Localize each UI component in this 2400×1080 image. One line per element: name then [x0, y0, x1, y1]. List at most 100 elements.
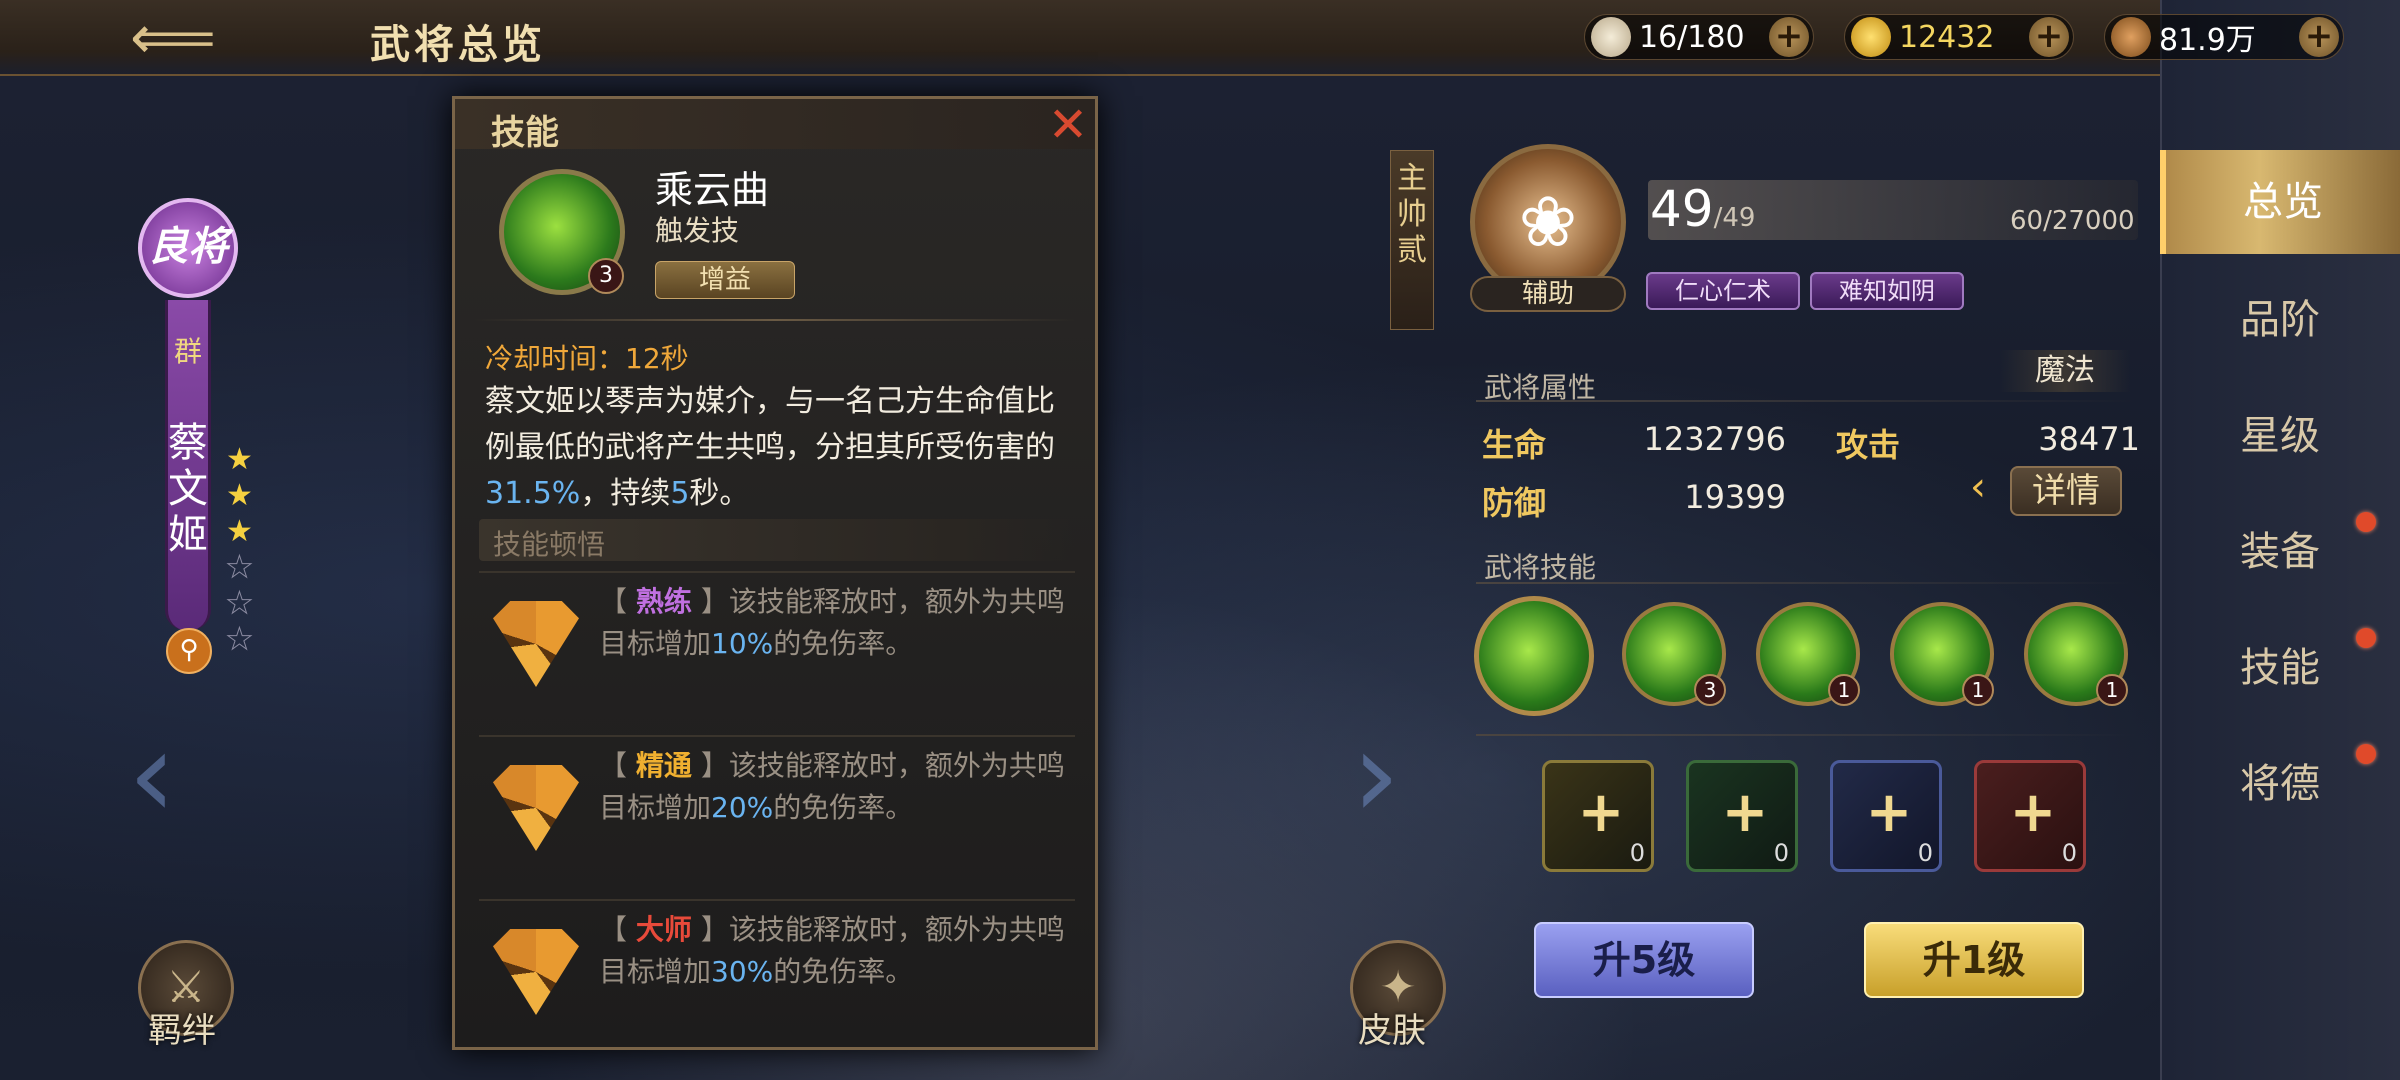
tier-desc: 的免伤率。	[773, 627, 914, 660]
exp-value: 60/27000	[2010, 206, 2135, 236]
add-coin-button[interactable]: +	[2299, 17, 2339, 57]
rank-badge: 良将	[138, 198, 238, 298]
faction-label: 群	[173, 335, 202, 368]
divider	[1476, 400, 2136, 402]
add-icon: +	[1721, 780, 1769, 845]
background	[0, 0, 2400, 1080]
desc-text: ，持续	[580, 476, 671, 511]
next-hero-arrow-icon[interactable]: ›	[1352, 716, 1400, 836]
damage-type-tag: 魔法	[2000, 350, 2130, 392]
insight-section-header: 技能顿悟	[479, 519, 1075, 561]
top-bar	[0, 0, 2160, 76]
book-count: 0	[2061, 839, 2077, 867]
level-up-5-button[interactable]: 升5级	[1534, 922, 1754, 998]
desc-text: 秒。	[689, 476, 750, 511]
atk-value: 38471	[2038, 420, 2140, 458]
hp-value: 1232796	[1643, 420, 1786, 458]
resource-stamina: 16/180 +	[1584, 14, 1814, 60]
notification-dot	[2356, 512, 2376, 532]
details-button[interactable]: 详情	[2010, 466, 2122, 516]
coin-value: 81.9万	[2159, 23, 2256, 58]
notification-dot	[2356, 744, 2376, 764]
skill-level-badge: 1	[1828, 674, 1860, 706]
trait-badge[interactable]: 难知如阴	[1810, 272, 1964, 310]
insight-tier: 【 熟练 】该技能释放时，额外为共鸣目标增加10%的免伤率。	[479, 571, 1075, 721]
book-count: 0	[1917, 839, 1933, 867]
back-arrow-icon[interactable]: ⟸	[130, 8, 216, 68]
tier-name: 精通	[635, 749, 692, 782]
insight-text: 【 大师 】该技能释放时，额外为共鸣目标增加30%的免伤率。	[599, 913, 1065, 988]
chevron-left-icon: ‹	[1970, 464, 1986, 510]
skill-slot-4[interactable]: 1	[1890, 602, 1994, 706]
desc-percent: 31.5%	[485, 476, 581, 511]
skill-slot-1[interactable]	[1474, 596, 1594, 716]
divider	[475, 319, 1075, 321]
insight-tier: 【 大师 】该技能释放时，额外为共鸣目标增加30%的免伤率。	[479, 899, 1075, 1049]
atk-label: 攻击	[1836, 426, 1901, 464]
divider	[1476, 734, 2136, 736]
add-icon: +	[1865, 780, 1913, 845]
skill-level-badge: 1	[2096, 674, 2128, 706]
desc-seconds: 5	[670, 476, 690, 511]
commander-label: 主帅贰	[1390, 150, 1434, 330]
close-icon[interactable]: ✕	[1045, 101, 1091, 149]
skill-icon: 3	[499, 169, 625, 295]
hero-name: 蔡文姬	[168, 420, 208, 558]
hp-label: 生命	[1482, 426, 1547, 464]
bond-button-label[interactable]: 羁绊	[148, 1003, 216, 1052]
tier-desc: 的免伤率。	[773, 791, 914, 824]
star-empty-icon: ★	[226, 550, 254, 586]
insight-emblem-icon	[493, 929, 579, 1015]
menu-overview[interactable]: 总览	[2160, 150, 2400, 254]
def-value: 19399	[1684, 478, 1786, 516]
tier-percent: 10%	[711, 627, 774, 660]
book-count: 0	[1629, 839, 1645, 867]
copper-coin-icon	[2111, 17, 2151, 57]
star-empty-icon: ★	[226, 586, 254, 622]
skill-popup: 技能 ✕ 3 乘云曲 触发技 增益 冷却时间：12秒 蔡文姬以琴声为媒介，与一名…	[452, 96, 1098, 1050]
level-up-1-button[interactable]: 升1级	[1864, 922, 2084, 998]
add-icon: +	[2009, 780, 2057, 845]
page-title: 武将总览	[370, 22, 546, 68]
skin-button-label[interactable]: 皮肤	[1358, 1003, 1426, 1052]
menu-quality[interactable]: 品阶	[2160, 268, 2400, 372]
skill-level-badge: 1	[1962, 674, 1994, 706]
skill-tag: 增益	[655, 261, 795, 299]
notification-dot	[2356, 628, 2376, 648]
skill-cooldown: 冷却时间：12秒	[485, 342, 689, 375]
search-icon[interactable]: ⚲	[166, 628, 212, 674]
tier-percent: 20%	[711, 791, 774, 824]
add-gold-button[interactable]: +	[2029, 17, 2069, 57]
tactic-book-slot[interactable]: +0	[1974, 760, 2086, 872]
menu-stars[interactable]: 星级	[2160, 384, 2400, 488]
star-icon: ★	[226, 478, 253, 513]
prev-hero-arrow-icon[interactable]: ‹	[128, 716, 176, 836]
tactic-book-slot[interactable]: +0	[1542, 760, 1654, 872]
tactic-book-slot[interactable]: +0	[1830, 760, 1942, 872]
skill-type: 触发技	[655, 214, 740, 247]
insight-text: 【 熟练 】该技能释放时，额外为共鸣目标增加10%的免伤率。	[599, 585, 1065, 660]
level-max: /49	[1713, 203, 1756, 233]
skill-slot-3[interactable]: 1	[1756, 602, 1860, 706]
tier-percent: 30%	[711, 955, 774, 988]
resource-coin: 81.9万 +	[2104, 14, 2344, 60]
insight-text: 【 精通 】该技能释放时，额外为共鸣目标增加20%的免伤率。	[599, 749, 1065, 824]
level-value: 49	[1650, 180, 1714, 238]
stamina-value: 16/180	[1639, 19, 1745, 55]
def-label: 防御	[1482, 484, 1547, 522]
add-icon: +	[1577, 780, 1625, 845]
trait-badge[interactable]: 仁心仁术	[1646, 272, 1800, 310]
skill-slot-2[interactable]: 3	[1622, 602, 1726, 706]
star-empty-icon: ★	[226, 622, 254, 658]
star-icon: ★	[226, 514, 253, 549]
skill-level-badge: 3	[588, 258, 624, 294]
gold-ingot-icon	[1851, 17, 1891, 57]
tactic-book-slot[interactable]: +0	[1686, 760, 1798, 872]
add-stamina-button[interactable]: +	[1769, 17, 1809, 57]
insight-tier: 【 精通 】该技能释放时，额外为共鸣目标增加20%的免伤率。	[479, 735, 1075, 885]
insight-emblem-icon	[493, 601, 579, 687]
insight-section-title: 技能顿悟	[493, 528, 606, 561]
skill-slot-5[interactable]: 1	[2024, 602, 2128, 706]
divider	[1476, 582, 2136, 584]
insight-emblem-icon	[493, 765, 579, 851]
